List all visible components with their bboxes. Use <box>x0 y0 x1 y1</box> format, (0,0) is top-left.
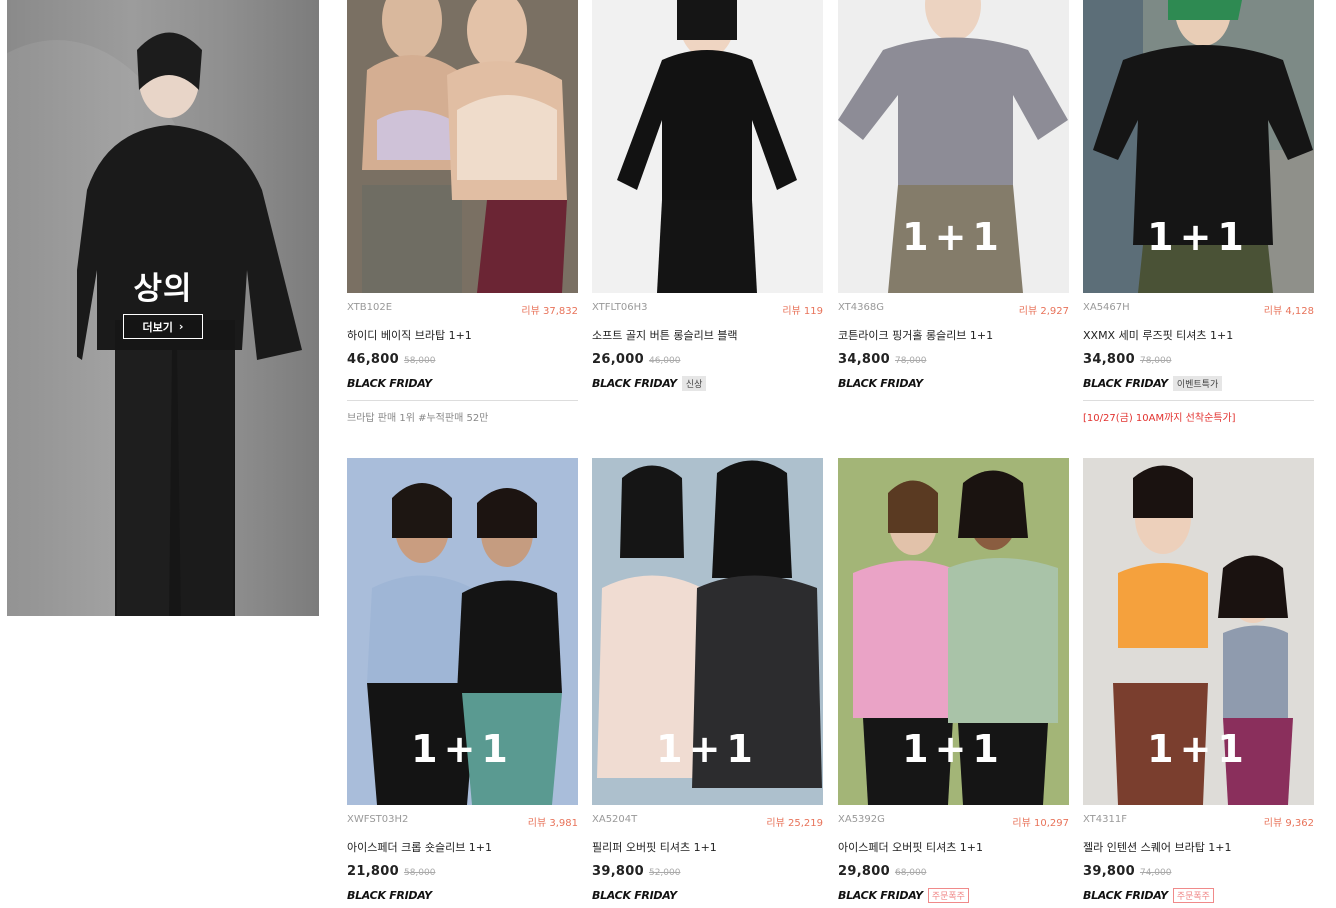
product-name[interactable]: 코튼라이크 핑거홀 롱슬리브 1+1 <box>838 327 1069 343</box>
sale-price: 34,800 <box>838 352 890 367</box>
original-price: 78,000 <box>894 356 927 366</box>
review-count: 리뷰 9,362 <box>1263 818 1314 829</box>
one-plus-one-badge: 1+1 <box>411 727 514 771</box>
black-friday-label: BLACK FRIDAY <box>1083 377 1168 390</box>
product-name[interactable]: 소프트 골지 버튼 롱슬리브 블랙 <box>592 327 823 343</box>
product-card[interactable]: 1+1 XT4368G 리뷰 2,927 코튼라이크 핑거홀 롱슬리브 1+1 … <box>838 0 1069 391</box>
product-image[interactable] <box>592 0 823 293</box>
product-name[interactable]: 아이스페더 크롭 숏슬리브 1+1 <box>347 839 578 855</box>
product-card[interactable]: XTB102E 리뷰 37,832 하이디 베이직 브라탑 1+1 46,800… <box>347 0 578 424</box>
hot-order-badge: 주문폭주 <box>927 888 969 903</box>
divider <box>347 400 578 401</box>
product-image[interactable]: 1+1 <box>1083 0 1314 293</box>
category-title: 상의 <box>133 271 193 307</box>
product-image[interactable]: 1+1 <box>838 458 1069 805</box>
product-card[interactable]: 1+1 XWFST03H2 리뷰 3,981 아이스페더 크롭 숏슬리브 1+1… <box>347 458 578 908</box>
original-price: 58,000 <box>403 356 436 366</box>
black-friday-label: BLACK FRIDAY <box>1083 889 1168 902</box>
product-name[interactable]: 젤라 인텐션 스퀘어 브라탑 1+1 <box>1083 839 1314 855</box>
black-friday-label: BLACK FRIDAY <box>592 889 677 902</box>
product-code: XA5392G <box>838 814 885 825</box>
review-count: 리뷰 37,832 <box>521 306 578 317</box>
black-friday-label: BLACK FRIDAY <box>838 889 923 902</box>
review-count: 리뷰 2,927 <box>1018 306 1069 317</box>
original-price: 46,000 <box>648 356 681 366</box>
sale-price: 21,800 <box>347 864 399 879</box>
event-price-badge: 이벤트특가 <box>1172 376 1223 391</box>
product-image[interactable]: 1+1 <box>347 458 578 805</box>
product-code: XTFLT06H3 <box>592 302 648 313</box>
divider <box>1083 400 1314 401</box>
original-price: 68,000 <box>894 868 927 878</box>
product-code: XA5467H <box>1083 302 1130 313</box>
review-count: 리뷰 4,128 <box>1263 306 1314 317</box>
hot-order-badge: 주문폭주 <box>1172 888 1214 903</box>
sale-price: 34,800 <box>1083 352 1135 367</box>
product-code: XT4368G <box>838 302 884 313</box>
product-name[interactable]: 아이스페더 오버핏 티셔츠 1+1 <box>838 839 1069 855</box>
original-price: 58,000 <box>403 868 436 878</box>
product-card[interactable]: 1+1 XA5392G 리뷰 10,297 아이스페더 오버핏 티셔츠 1+1 … <box>838 458 1069 908</box>
product-card[interactable]: 1+1 XA5204T 리뷰 25,219 필리퍼 오버핏 티셔츠 1+1 39… <box>592 458 823 908</box>
more-button-label: 더보기 <box>142 320 173 334</box>
category-banner[interactable]: 상의 더보기 › <box>7 0 319 616</box>
one-plus-one-badge: 1+1 <box>1147 727 1250 771</box>
new-badge: 신상 <box>681 376 707 391</box>
one-plus-one-badge: 1+1 <box>1147 215 1250 259</box>
review-count: 리뷰 3,981 <box>527 818 578 829</box>
product-image[interactable] <box>347 0 578 293</box>
product-name[interactable]: 하이디 베이직 브라탑 1+1 <box>347 327 578 343</box>
product-code: XWFST03H2 <box>347 814 409 825</box>
product-note: 브라탑 판매 1위 #누적판매 52만 <box>347 413 489 424</box>
black-friday-label: BLACK FRIDAY <box>838 377 923 390</box>
product-image[interactable]: 1+1 <box>838 0 1069 293</box>
product-code: XT4311F <box>1083 814 1127 825</box>
more-button[interactable]: 더보기 › <box>123 314 203 339</box>
black-friday-label: BLACK FRIDAY <box>347 377 432 390</box>
original-price: 78,000 <box>1139 356 1172 366</box>
sale-price: 29,800 <box>838 864 890 879</box>
original-price: 52,000 <box>648 868 681 878</box>
product-name[interactable]: XXMX 세미 루즈핏 티셔츠 1+1 <box>1083 327 1314 343</box>
sale-price: 39,800 <box>1083 864 1135 879</box>
black-friday-label: BLACK FRIDAY <box>347 889 432 902</box>
review-count: 리뷰 10,297 <box>1012 818 1069 829</box>
product-card[interactable]: XTFLT06H3 리뷰 119 소프트 골지 버튼 롱슬리브 블랙 26,00… <box>592 0 823 391</box>
review-count: 리뷰 119 <box>782 306 823 317</box>
product-note: [10/27(금) 10AM까지 선착순특가] <box>1083 413 1236 424</box>
sale-price: 26,000 <box>592 352 644 367</box>
product-card[interactable]: 1+1 XT4311F 리뷰 9,362 젤라 인텐션 스퀘어 브라탑 1+1 … <box>1083 458 1314 908</box>
black-friday-label: BLACK FRIDAY <box>592 377 677 390</box>
product-code: XTB102E <box>347 302 393 313</box>
product-image[interactable]: 1+1 <box>1083 458 1314 805</box>
sale-price: 46,800 <box>347 352 399 367</box>
product-code: XA5204T <box>592 814 638 825</box>
chevron-right-icon: › <box>178 320 184 333</box>
product-name[interactable]: 필리퍼 오버핏 티셔츠 1+1 <box>592 839 823 855</box>
review-count: 리뷰 25,219 <box>766 818 823 829</box>
product-card[interactable]: 1+1 XA5467H 리뷰 4,128 XXMX 세미 루즈핏 티셔츠 1+1… <box>1083 0 1314 424</box>
sale-price: 39,800 <box>592 864 644 879</box>
product-image[interactable]: 1+1 <box>592 458 823 805</box>
one-plus-one-badge: 1+1 <box>656 727 759 771</box>
original-price: 74,000 <box>1139 868 1172 878</box>
one-plus-one-badge: 1+1 <box>902 727 1005 771</box>
one-plus-one-badge: 1+1 <box>902 215 1005 259</box>
